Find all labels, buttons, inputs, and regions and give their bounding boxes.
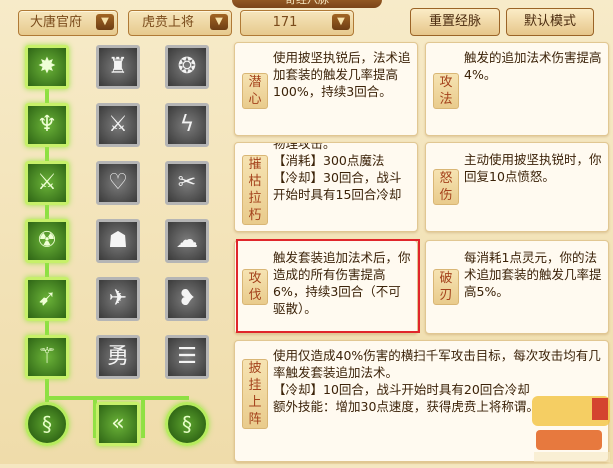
skill-name-char: 破 xyxy=(439,271,453,286)
skill-name-char: 阵 xyxy=(248,412,262,427)
skill-card-cuikulaxiu[interactable]: 摧 枯 拉 朽 物理攻击。 【消耗】300点魔法 【冷却】30回合，战斗开始时具… xyxy=(234,142,418,232)
role-select-value: 虎贲上将 xyxy=(141,15,194,30)
skill-name-tag: 披 挂 上 阵 xyxy=(242,359,268,429)
smoke-arm-icon[interactable]: ☁ xyxy=(165,219,209,263)
brave-medal-label: 勇 xyxy=(106,344,129,369)
skill-description-body: 【消耗】300点魔法 【冷却】30回合，战斗开始时具有15回合冷却 xyxy=(273,153,402,202)
skill-name-char: 枯 xyxy=(248,174,262,189)
chevron-down-icon[interactable]: ▼ xyxy=(210,14,228,30)
skill-name-char: 上 xyxy=(248,395,262,410)
scroll-icon[interactable]: ☰ xyxy=(165,335,209,379)
skill-name-tag: 攻 法 xyxy=(433,73,459,109)
skill-name-char: 潜 xyxy=(248,75,262,90)
chevron-down-icon[interactable]: ▼ xyxy=(96,14,114,30)
whirlwind-icon[interactable]: ❂ xyxy=(165,45,209,89)
broken-heart-icon[interactable]: ❥ xyxy=(165,277,209,321)
skill-name-char: 披 xyxy=(248,361,262,376)
skill-name-tag: 潜 心 xyxy=(242,73,268,109)
twin-blade-icon[interactable]: ⚚ xyxy=(25,335,69,379)
skill-name-char: 法 xyxy=(439,92,453,107)
lightning-icon[interactable]: ϟ xyxy=(165,103,209,147)
selection-highlight xyxy=(236,239,420,333)
role-select[interactable]: 虎贲上将 ▼ xyxy=(128,10,232,36)
skill-card-nushang[interactable]: 怒 伤 主动使用披坚执锐时，你回复10点愤怒。 xyxy=(425,142,609,232)
skill-name-tag: 怒 伤 xyxy=(433,169,459,205)
skill-description: 使用披坚执锐后，法术追加套装的触发几率提高100%，持续3回合。 xyxy=(273,50,411,99)
skill-description: 主动使用披坚执锐时，你回复10点愤怒。 xyxy=(464,152,602,184)
school-select[interactable]: 大唐官府 ▼ xyxy=(18,10,118,36)
panel-title: 奇经八脉 xyxy=(232,0,382,8)
default-mode-button[interactable]: 默认模式 xyxy=(506,8,594,36)
blade-slash-icon[interactable]: ⚔ xyxy=(25,161,69,205)
school-select-value: 大唐官府 xyxy=(29,15,82,30)
tree-connector xyxy=(45,396,189,400)
forum-watermark-logo xyxy=(530,392,612,464)
skill-card-poren[interactable]: 破 刃 每消耗1点灵元，你的法术追加套装的触发几率提高5%。 xyxy=(425,240,609,334)
running-man-icon[interactable]: ✈ xyxy=(96,277,140,321)
brave-medal-icon[interactable]: 勇 xyxy=(96,335,140,379)
tree-connector xyxy=(141,396,145,438)
skill-name-char: 怒 xyxy=(439,171,453,186)
swirl-left-icon[interactable]: § xyxy=(25,402,69,446)
triple-chevron-icon[interactable]: « xyxy=(96,402,140,446)
skill-description: 触发的追加法术伤害提高4%。 xyxy=(464,50,602,82)
skill-name-char: 挂 xyxy=(248,378,262,393)
warrior-icon[interactable]: ♆ xyxy=(25,103,69,147)
points-select-value: 171 xyxy=(272,15,298,30)
chevron-down-icon[interactable]: ▼ xyxy=(332,14,350,30)
skill-description-top: 物理攻击。 xyxy=(273,142,336,151)
skill-name-char: 伤 xyxy=(439,188,453,203)
broken-heart-drops-icon[interactable]: ♡ xyxy=(96,161,140,205)
swirl-right-icon[interactable]: § xyxy=(165,402,209,446)
reset-meridian-button[interactable]: 重置经脉 xyxy=(410,8,500,36)
points-select[interactable]: 171 ▼ xyxy=(240,10,354,36)
skill-name-char: 心 xyxy=(248,92,262,107)
skill-name-tag: 破 刃 xyxy=(433,269,459,305)
sword-burst-icon[interactable]: ✸ xyxy=(25,45,69,89)
skill-card-qianxin[interactable]: 潜 心 使用披坚执锐后，法术追加套装的触发几率提高100%，持续3回合。 xyxy=(234,42,418,136)
beast-head-icon[interactable]: ☢ xyxy=(25,219,69,263)
spear-strike-icon[interactable]: ➹ xyxy=(25,277,69,321)
skill-name-char: 拉 xyxy=(248,191,262,206)
crossed-swords-icon[interactable]: ⚔ xyxy=(96,103,140,147)
skill-name-char: 攻 xyxy=(439,75,453,90)
skill-description: 每消耗1点灵元，你的法术追加套装的触发几率提高5%。 xyxy=(464,250,602,299)
skill-name-char: 刃 xyxy=(439,288,453,303)
skill-name-char: 朽 xyxy=(248,208,262,223)
shadow-figures-icon[interactable]: ☗ xyxy=(96,219,140,263)
meridian-panel: 奇经八脉 大唐官府 ▼ 虎贲上将 ▼ 171 ▼ 重置经脉 默认模式 ✸ ♆ ⚔… xyxy=(0,0,613,464)
skill-card-gongfa[interactable]: 攻 法 触发的追加法术伤害提高4%。 xyxy=(425,42,609,136)
skill-name-tag: 摧 枯 拉 朽 xyxy=(242,155,268,225)
skill-name-char: 摧 xyxy=(248,157,262,172)
claw-slash-icon[interactable]: ✂ xyxy=(165,161,209,205)
skill-description: 物理攻击。 【消耗】300点魔法 【冷却】30回合，战斗开始时具有15回合冷却 xyxy=(273,142,411,203)
kneeling-warrior-icon[interactable]: ♜ xyxy=(96,45,140,89)
